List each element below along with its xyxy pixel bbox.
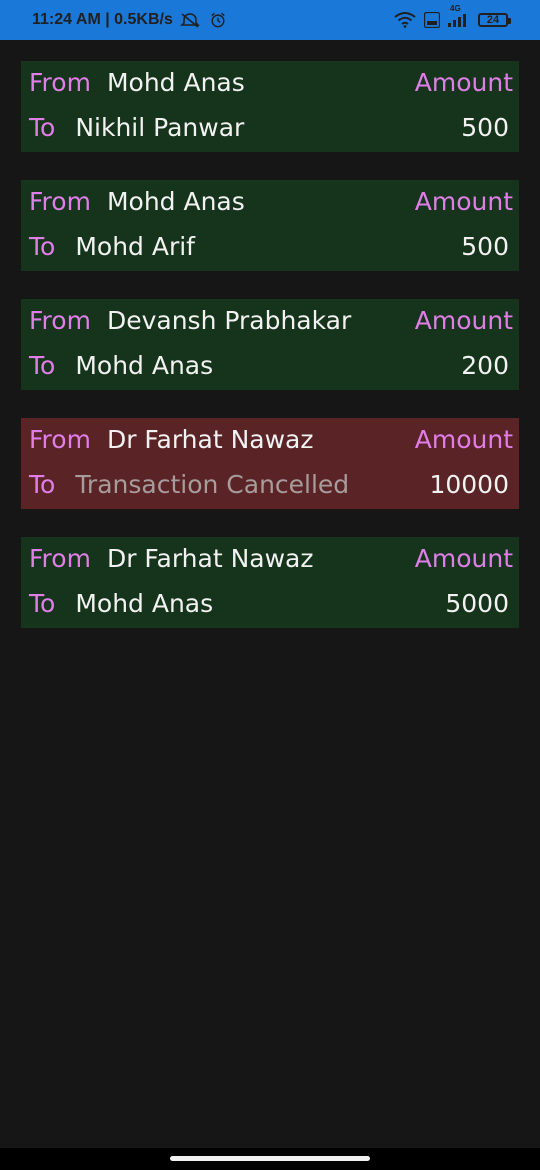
to-label: To bbox=[29, 231, 56, 261]
to-label: To bbox=[29, 588, 56, 618]
amount-label: Amount bbox=[414, 543, 513, 573]
from-name: Mohd Anas bbox=[106, 186, 245, 216]
transaction-card[interactable]: From Mohd Anas Amount To Mohd Arif 500 bbox=[21, 180, 519, 271]
to-name: Mohd Anas bbox=[75, 588, 214, 618]
from-label: From bbox=[29, 424, 91, 454]
amount-label: Amount bbox=[414, 67, 513, 97]
status-left: 11:24 AM | 0.5KB/s bbox=[32, 11, 229, 29]
from-name: Mohd Anas bbox=[106, 67, 245, 97]
from-name: Dr Farhat Nawaz bbox=[106, 424, 314, 454]
navigation-bar bbox=[0, 1148, 540, 1170]
status-right: 4G 24 bbox=[394, 4, 511, 28]
amount-value: 500 bbox=[461, 231, 509, 261]
network-label: 4G bbox=[450, 4, 461, 13]
transaction-card[interactable]: From Dr Farhat Nawaz Amount To Mohd Anas… bbox=[21, 537, 519, 628]
amount-value: 200 bbox=[461, 350, 509, 380]
home-indicator[interactable] bbox=[170, 1156, 370, 1161]
transaction-card[interactable]: From Mohd Anas Amount To Nikhil Panwar 5… bbox=[21, 61, 519, 152]
to-name: Mohd Anas bbox=[75, 350, 214, 380]
amount-value: 500 bbox=[461, 112, 509, 142]
cancelled-status-text: Transaction Cancelled bbox=[75, 469, 350, 499]
from-label: From bbox=[29, 305, 91, 335]
alarm-clock-icon bbox=[211, 12, 225, 28]
to-label: To bbox=[29, 112, 56, 142]
amount-label: Amount bbox=[414, 424, 513, 454]
network-signal: 4G bbox=[448, 4, 470, 27]
status-time-speed: 11:24 AM | 0.5KB/s bbox=[32, 11, 173, 28]
transaction-card-cancelled[interactable]: From Dr Farhat Nawaz Amount To Transacti… bbox=[21, 418, 519, 509]
amount-label: Amount bbox=[414, 186, 513, 216]
status-bar: 11:24 AM | 0.5KB/s 4G 24 bbox=[0, 0, 540, 40]
amount-value: 5000 bbox=[445, 588, 509, 618]
wifi-icon bbox=[394, 12, 416, 28]
from-label: From bbox=[29, 67, 91, 97]
to-name: Nikhil Panwar bbox=[75, 112, 245, 142]
to-label: To bbox=[29, 350, 56, 380]
transaction-card[interactable]: From Devansh Prabhakar Amount To Mohd An… bbox=[21, 299, 519, 390]
to-label: To bbox=[29, 469, 56, 499]
from-name: Dr Farhat Nawaz bbox=[106, 543, 314, 573]
from-label: From bbox=[29, 543, 91, 573]
amount-value: 10000 bbox=[429, 469, 509, 499]
volte-icon bbox=[424, 12, 440, 28]
battery-icon: 24 bbox=[478, 13, 511, 27]
alarm-off-icon bbox=[179, 13, 200, 28]
amount-label: Amount bbox=[414, 305, 513, 335]
to-name: Mohd Arif bbox=[75, 231, 195, 261]
from-name: Devansh Prabhakar bbox=[106, 305, 352, 335]
transaction-list: From Mohd Anas Amount To Nikhil Panwar 5… bbox=[21, 61, 519, 656]
signal-icon bbox=[448, 14, 466, 27]
from-label: From bbox=[29, 186, 91, 216]
